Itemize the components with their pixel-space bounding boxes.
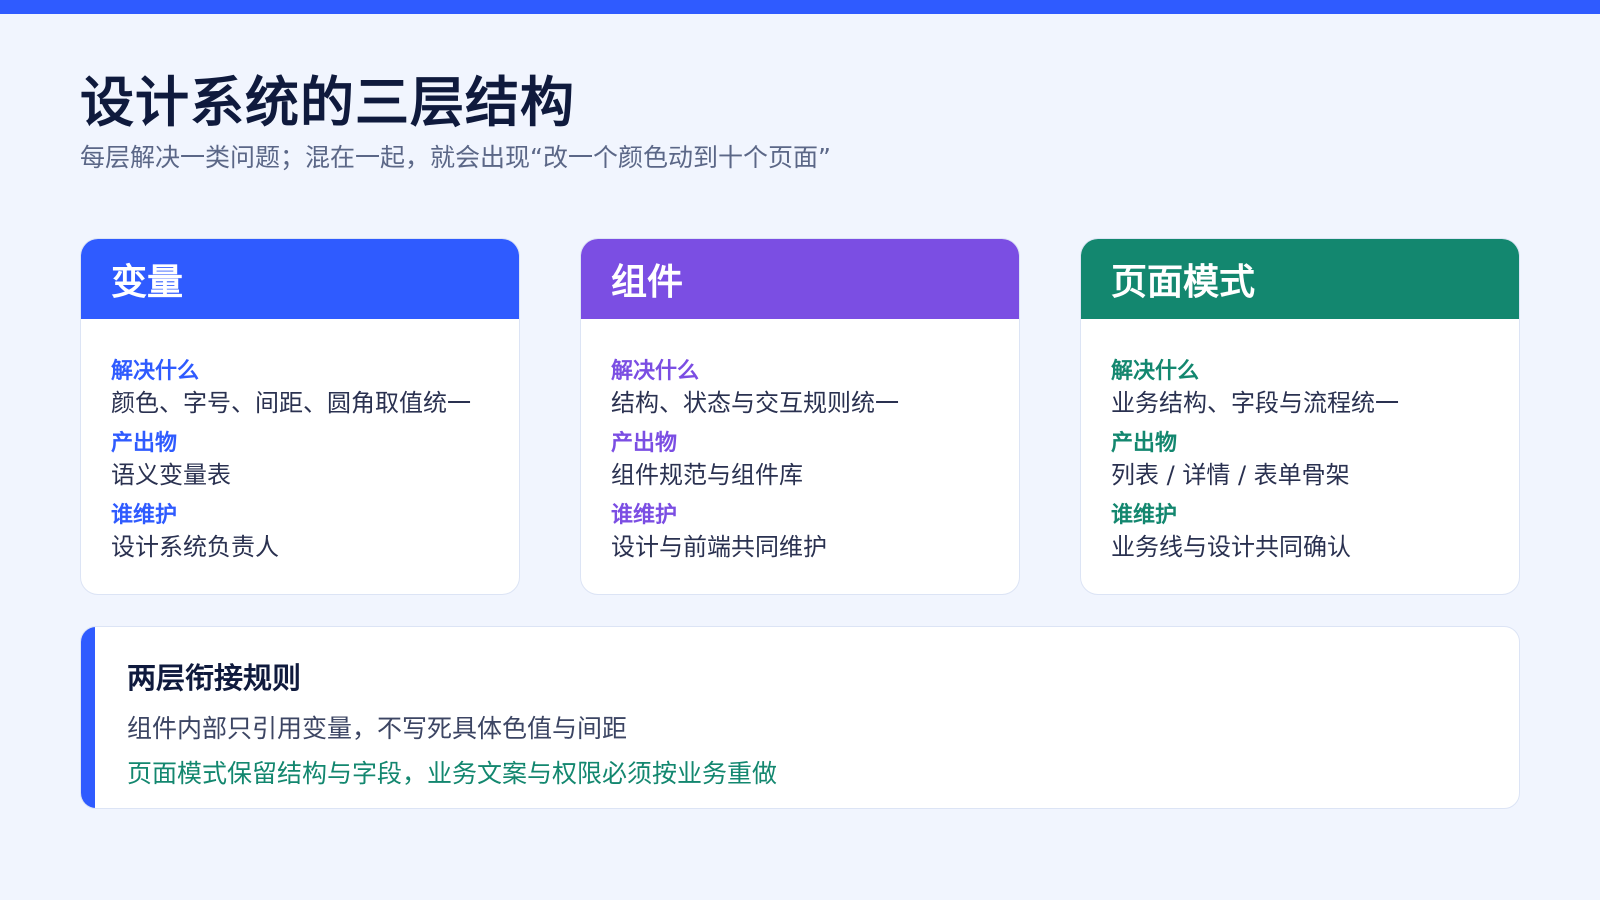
card-title: 变量 [111, 262, 184, 303]
field-value-owner: 业务线与设计共同确认 [1111, 533, 1351, 561]
rules-accent-bar [81, 627, 95, 808]
field-value-what: 结构、状态与交互规则统一 [611, 389, 899, 417]
card-page-patterns: 页面模式 解决什么 业务结构、字段与流程统一 产出物 列表 / 详情 / 表单骨… [1080, 238, 1520, 595]
field-label-output: 产出物 [611, 431, 678, 456]
rules-line-2: 页面模式保留结构与字段，业务文案与权限必须按业务重做 [127, 759, 778, 788]
field-value-owner: 设计与前端共同维护 [611, 533, 827, 561]
card-body: 解决什么 颜色、字号、间距、圆角取值统一 产出物 语义变量表 谁维护 设计系统负… [81, 319, 519, 563]
field-label-output: 产出物 [111, 431, 178, 456]
field-what: 解决什么 业务结构、字段与流程统一 [1111, 357, 1489, 419]
rules-title: 两层衔接规则 [127, 661, 302, 695]
field-value-output: 列表 / 详情 / 表单骨架 [1111, 461, 1350, 489]
field-value-owner: 设计系统负责人 [111, 533, 279, 561]
top-accent-bar [0, 0, 1600, 14]
field-owner: 谁维护 设计与前端共同维护 [611, 501, 989, 563]
field-value-what: 颜色、字号、间距、圆角取值统一 [111, 389, 471, 417]
rules-line-1: 组件内部只引用变量，不写死具体色值与间距 [127, 714, 628, 743]
field-label-what: 解决什么 [111, 359, 200, 384]
field-label-owner: 谁维护 [1111, 503, 1178, 528]
field-label-what: 解决什么 [611, 359, 700, 384]
field-label-what: 解决什么 [1111, 359, 1200, 384]
field-label-output: 产出物 [1111, 431, 1178, 456]
field-what: 解决什么 颜色、字号、间距、圆角取值统一 [111, 357, 489, 419]
card-variables: 变量 解决什么 颜色、字号、间距、圆角取值统一 产出物 语义变量表 谁维护 设计… [80, 238, 520, 595]
card-components: 组件 解决什么 结构、状态与交互规则统一 产出物 组件规范与组件库 谁维护 设计… [580, 238, 1020, 595]
card-body: 解决什么 结构、状态与交互规则统一 产出物 组件规范与组件库 谁维护 设计与前端… [581, 319, 1019, 563]
field-what: 解决什么 结构、状态与交互规则统一 [611, 357, 989, 419]
field-label-owner: 谁维护 [611, 503, 678, 528]
card-header: 页面模式 [1081, 239, 1519, 319]
card-title: 组件 [611, 262, 684, 303]
page-title: 设计系统的三层结构 [80, 71, 575, 134]
card-header: 组件 [581, 239, 1019, 319]
card-title: 页面模式 [1111, 262, 1256, 303]
field-value-output: 语义变量表 [111, 461, 231, 489]
field-label-owner: 谁维护 [111, 503, 178, 528]
card-header: 变量 [81, 239, 519, 319]
page-subtitle: 每层解决一类问题；混在一起，就会出现“改一个颜色动到十个页面” [80, 143, 831, 172]
field-output: 产出物 列表 / 详情 / 表单骨架 [1111, 429, 1489, 491]
layer-cards: 变量 解决什么 颜色、字号、间距、圆角取值统一 产出物 语义变量表 谁维护 设计… [80, 238, 1520, 595]
card-body: 解决什么 业务结构、字段与流程统一 产出物 列表 / 详情 / 表单骨架 谁维护… [1081, 319, 1519, 563]
field-output: 产出物 语义变量表 [111, 429, 489, 491]
rules-box: 两层衔接规则 组件内部只引用变量，不写死具体色值与间距 页面模式保留结构与字段，… [80, 626, 1520, 809]
field-owner: 谁维护 业务线与设计共同确认 [1111, 501, 1489, 563]
field-value-output: 组件规范与组件库 [611, 461, 803, 489]
field-value-what: 业务结构、字段与流程统一 [1111, 389, 1399, 417]
field-owner: 谁维护 设计系统负责人 [111, 501, 489, 563]
field-output: 产出物 组件规范与组件库 [611, 429, 989, 491]
